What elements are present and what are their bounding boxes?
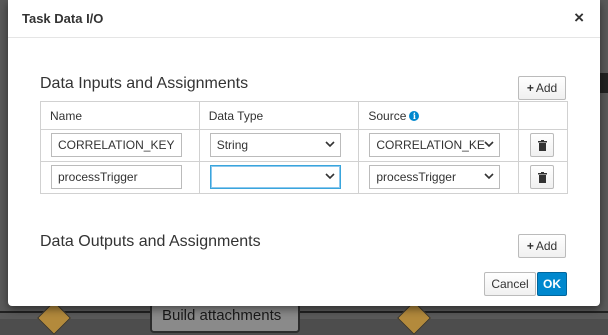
plus-icon: + (526, 239, 534, 253)
plus-icon: + (526, 81, 534, 95)
source-value: CORRELATION_KE (376, 138, 485, 152)
source-select[interactable]: CORRELATION_KE (369, 133, 501, 157)
sequence-flow-line (0, 311, 150, 313)
chevron-down-icon (325, 173, 335, 180)
add-input-label: Add (535, 81, 558, 95)
data-type-select[interactable] (209, 165, 341, 189)
table-row: processTrigger processTrigger (40, 161, 568, 194)
delete-row-button[interactable] (530, 133, 555, 157)
sequence-flow-line (300, 311, 608, 313)
chevron-down-icon (325, 141, 335, 148)
close-icon[interactable]: × (574, 9, 584, 26)
task-node-label: Build attachments (162, 307, 282, 324)
name-input[interactable]: CORRELATION_KEY (51, 133, 182, 157)
inputs-section-title: Data Inputs and Assignments (40, 75, 249, 92)
data-type-select[interactable]: String (209, 133, 341, 157)
dialog-header: Task Data I/O × (8, 0, 600, 38)
inputs-table: Name Data Type Source i CORRELATION_KEY S… (40, 101, 568, 194)
add-output-button[interactable]: + Add (518, 234, 566, 258)
add-output-label: Add (535, 239, 558, 253)
trash-icon (537, 171, 547, 183)
name-input[interactable]: processTrigger (51, 165, 182, 189)
data-type-value: String (216, 138, 249, 152)
source-value: processTrigger (376, 170, 456, 184)
outputs-section-title: Data Outputs and Assignments (40, 233, 261, 250)
ok-button[interactable]: OK (537, 272, 567, 296)
trash-icon (537, 139, 547, 151)
source-select[interactable]: processTrigger (369, 165, 501, 189)
cancel-button[interactable]: Cancel (484, 272, 536, 296)
column-header-source: Source i (358, 101, 520, 130)
chevron-down-icon (484, 173, 494, 180)
delete-row-button[interactable] (530, 165, 555, 189)
column-header-actions (518, 101, 568, 130)
canvas-side-tab[interactable] (600, 73, 608, 93)
column-header-name: Name (40, 101, 200, 130)
add-input-button[interactable]: + Add (518, 76, 566, 100)
dialog-title: Task Data I/O (22, 11, 104, 26)
column-header-data-type: Data Type (198, 101, 360, 130)
task-data-io-dialog: Task Data I/O × Data Inputs and Assignme… (8, 0, 600, 306)
info-icon[interactable]: i (409, 111, 420, 122)
task-node[interactable]: Build attachments (150, 303, 300, 333)
chevron-down-icon (484, 141, 494, 148)
table-row: CORRELATION_KEY String CORRELATION_KE (40, 129, 568, 162)
